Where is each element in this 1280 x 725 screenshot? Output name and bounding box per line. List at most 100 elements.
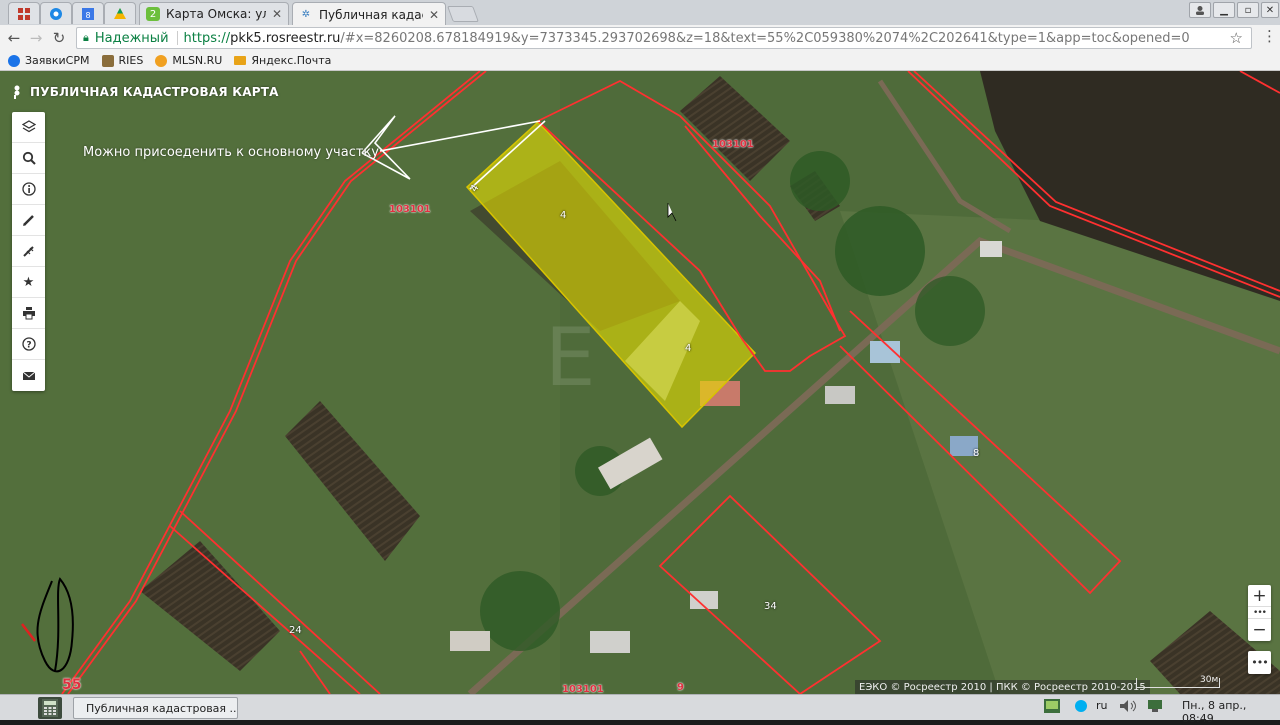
pinned-tab-chrome[interactable] (40, 2, 72, 24)
parcel-label: 55 (62, 677, 82, 693)
volume-icon[interactable] (1118, 699, 1140, 713)
svg-text:?: ? (26, 341, 31, 351)
browser-toolbar: ← → ↻ 🔒︎ Надежный https://pkk5.rosreestr… (0, 25, 1280, 51)
attribution: ЕЭКО © Росреестр 2010 | ПКК © Росреестр … (855, 680, 1150, 694)
more-options-button[interactable]: ••• (1248, 651, 1271, 674)
taskbar-browser-window[interactable]: Публичная кадастровая ... (73, 697, 238, 719)
tray-skype-icon[interactable] (1074, 699, 1088, 713)
close-icon[interactable]: ✕ (429, 8, 439, 22)
browser-icon (50, 7, 62, 20)
map-title: ПУБЛИЧНАЯ КАДАСТРОВАЯ КАРТА (12, 85, 279, 99)
quarter-label: 103101 (562, 684, 604, 694)
address-bar[interactable]: 🔒︎ Надежный https://pkk5.rosreestr.ru/#x… (76, 27, 1252, 49)
layers-icon (21, 120, 36, 133)
building (590, 631, 630, 653)
pencil-icon (22, 215, 34, 226)
print-button[interactable] (12, 298, 45, 329)
zoom-out-button[interactable]: − (1248, 619, 1271, 641)
svg-text:8: 8 (85, 11, 90, 20)
tab-label: Карта Омска: улицы (166, 7, 266, 21)
drive-icon (114, 7, 126, 19)
help-icon: ? (21, 337, 36, 351)
tab-omsk-map[interactable]: 2 Карта Омска: улицы ✕ (139, 2, 289, 25)
search-icon (22, 151, 36, 165)
mail-icon (234, 56, 247, 65)
new-tab-button[interactable] (447, 6, 479, 22)
close-icon[interactable]: ✕ (272, 7, 282, 21)
forward-button[interactable]: → (26, 28, 46, 48)
keyboard-layout[interactable]: ru (1096, 699, 1108, 712)
annotation-text: Можно присоеденить к основному участку (83, 145, 379, 160)
tab-cadastral-map[interactable]: ✲ Публичная кадастро ✕ (292, 2, 446, 26)
back-button[interactable]: ← (4, 28, 24, 48)
user-icon (1196, 6, 1204, 15)
info-icon (21, 182, 36, 196)
maximize-button[interactable]: ▫ (1237, 2, 1259, 18)
quarter-label: 103101 (389, 204, 431, 215)
calculator-launcher[interactable] (38, 697, 62, 719)
pinned-tab-apps[interactable] (8, 2, 40, 24)
favorites-button[interactable]: ★ (12, 267, 45, 298)
building (825, 386, 855, 404)
2gis-icon: 2 (146, 7, 160, 21)
bookmark-star-icon[interactable]: ☆ (1230, 29, 1243, 47)
help-button[interactable]: ? (12, 329, 45, 360)
reload-icon: ↻ (52, 29, 66, 47)
parcel-label: 9 (677, 682, 684, 693)
watermark: Е (545, 311, 596, 404)
clock[interactable]: Пн., 8 апр., 08:49 (1182, 699, 1280, 725)
parcel-label: 24 (289, 625, 302, 636)
minimize-button[interactable]: ▁ (1213, 2, 1235, 18)
url-path: /#x=8260208.678184919&y=7373345.29370269… (340, 30, 1190, 46)
profile-button[interactable] (1189, 2, 1211, 18)
cadastral-map[interactable]: Е ПУБЛИЧНАЯ КАДАСТРОВАЯ КАРТА ★ ? Можно … (0, 71, 1280, 694)
parcel-label: 34 (764, 601, 777, 612)
network-icon[interactable] (1146, 699, 1166, 713)
bookmark-ries[interactable]: RIES (101, 54, 144, 67)
satellite-imagery (0, 71, 1280, 694)
arrow-right-icon: → (29, 29, 43, 47)
lock-icon: 🔒︎ (83, 31, 89, 44)
pinned-tab-calendar[interactable]: 8 (72, 2, 104, 24)
parcel-label: 4 (560, 210, 567, 221)
arrow-left-icon: ← (7, 29, 21, 47)
search-button[interactable] (12, 143, 45, 174)
calculator-icon (42, 699, 58, 717)
rosreestr-icon: ✲ (299, 7, 313, 22)
building (450, 631, 490, 651)
layers-button[interactable] (12, 112, 45, 143)
feedback-button[interactable] (12, 360, 45, 391)
measure-button[interactable] (12, 236, 45, 267)
pinned-tab-drive[interactable] (104, 2, 136, 24)
bookmark-label: RIES (118, 54, 144, 67)
zoom-in-button[interactable]: + (1248, 585, 1271, 607)
reload-button[interactable]: ↻ (49, 28, 69, 48)
bookmark-mlsn[interactable]: MLSN.RU (155, 54, 222, 67)
info-button[interactable] (12, 174, 45, 205)
bookmark-cpm[interactable]: ЗаявкиCPM (8, 54, 90, 67)
scale-label: 30м (1200, 675, 1219, 685)
bookmark-label: ЗаявкиCPM (25, 54, 90, 67)
rosreestr-logo-icon (14, 85, 20, 99)
task-label: Публичная кадастровая ... (86, 701, 238, 715)
apps-grid-icon (18, 7, 30, 20)
tray-terminal-icon[interactable] (1044, 699, 1060, 713)
tab-label: Публичная кадастро (319, 7, 423, 22)
cpm-icon (8, 54, 20, 67)
parcel-label: 4 (685, 343, 692, 354)
os-taskbar: Публичная кадастровая ... ru Пн., 8 апр.… (0, 694, 1280, 725)
bookmark-yandex-mail[interactable]: Яндекс.Почта (234, 54, 331, 67)
parcel-label: 8 (973, 448, 980, 459)
bookmark-label: MLSN.RU (172, 54, 223, 67)
window-close-button[interactable]: ✕ (1261, 2, 1279, 18)
draw-button[interactable] (12, 205, 45, 236)
map-tools-sidebar: ★ ? (12, 112, 45, 391)
ries-icon (101, 54, 114, 67)
bookmark-label: Яндекс.Почта (251, 54, 332, 67)
building (980, 241, 1002, 257)
browser-menu-icon[interactable]: ⋮ (1262, 27, 1277, 45)
bookmarks-bar: ЗаявкиCPM RIES MLSN.RU Яндекс.Почта (0, 51, 1280, 71)
zoom-control: + ••• − (1248, 585, 1271, 641)
map-title-text: ПУБЛИЧНАЯ КАДАСТРОВАЯ КАРТА (30, 85, 279, 99)
zoom-slider[interactable]: ••• (1248, 607, 1271, 619)
